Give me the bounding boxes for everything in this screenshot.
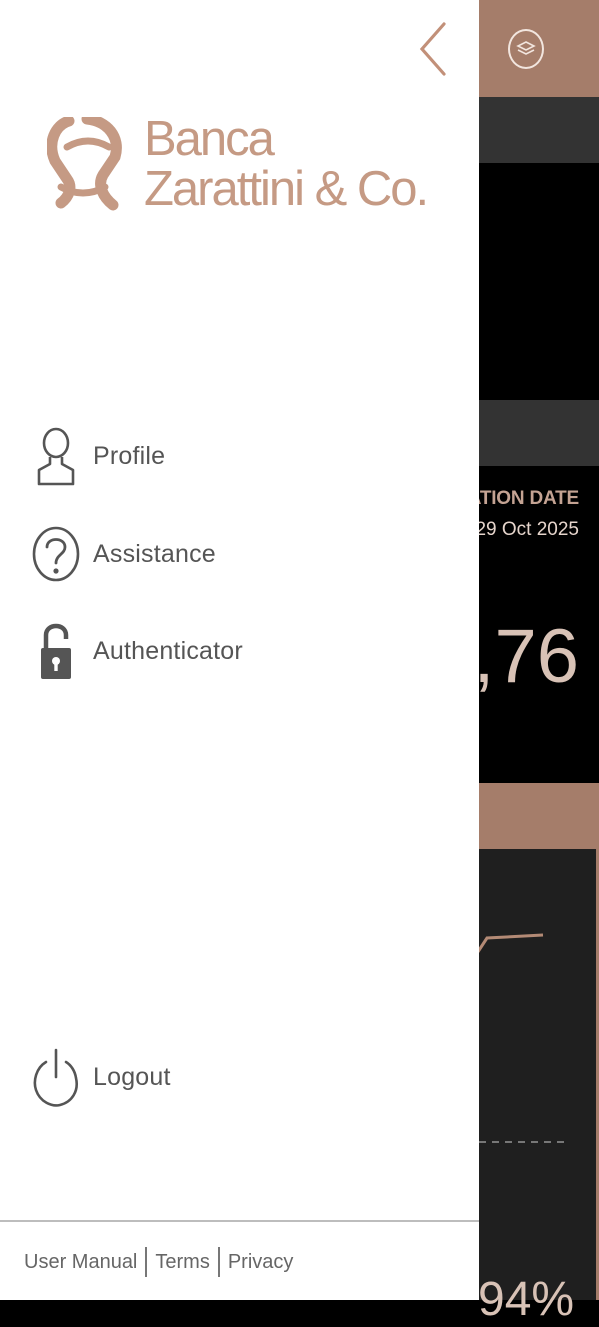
navigation-drawer: Banca Zarattini & Co. Profile Assistance — [0, 0, 479, 1300]
menu-item-label: Profile — [93, 441, 166, 470]
brand-line-2: Zarattini & Co. — [144, 162, 429, 216]
brand-line-1: Banca — [144, 112, 275, 166]
footer-links: User Manual Terms Privacy — [24, 1247, 293, 1277]
footer-divider — [0, 1220, 479, 1222]
layers-button[interactable] — [508, 29, 544, 69]
date-label: ATION DATE — [467, 488, 579, 509]
terms-link[interactable]: Terms — [155, 1251, 209, 1274]
footer-separator — [217, 1247, 220, 1277]
lock-icon — [30, 619, 82, 683]
layers-icon — [516, 41, 536, 55]
menu-item-assistance[interactable]: Assistance — [30, 522, 470, 586]
user-icon — [30, 424, 82, 488]
main-value: ,76 — [473, 614, 579, 699]
bank-logo-icon — [46, 113, 123, 215]
menu-item-label: Assistance — [93, 539, 216, 568]
power-icon — [30, 1045, 82, 1109]
logout-label: Logout — [93, 1062, 171, 1091]
menu-item-profile[interactable]: Profile — [30, 424, 470, 488]
footer-separator — [145, 1247, 148, 1277]
logout-button[interactable]: Logout — [30, 1045, 470, 1109]
question-icon — [30, 522, 82, 586]
bank-logo-text: Banca Zarattini & Co. — [144, 112, 429, 216]
close-drawer-button[interactable] — [410, 18, 456, 80]
menu-item-authenticator[interactable]: Authenticator — [30, 619, 470, 683]
user-manual-link[interactable]: User Manual — [24, 1251, 137, 1274]
chevron-left-icon — [419, 22, 446, 76]
date-value: 29 Oct 2025 — [475, 519, 579, 540]
chart-line — [468, 933, 544, 965]
menu-item-label: Authenticator — [93, 636, 243, 665]
privacy-link[interactable]: Privacy — [228, 1251, 294, 1274]
